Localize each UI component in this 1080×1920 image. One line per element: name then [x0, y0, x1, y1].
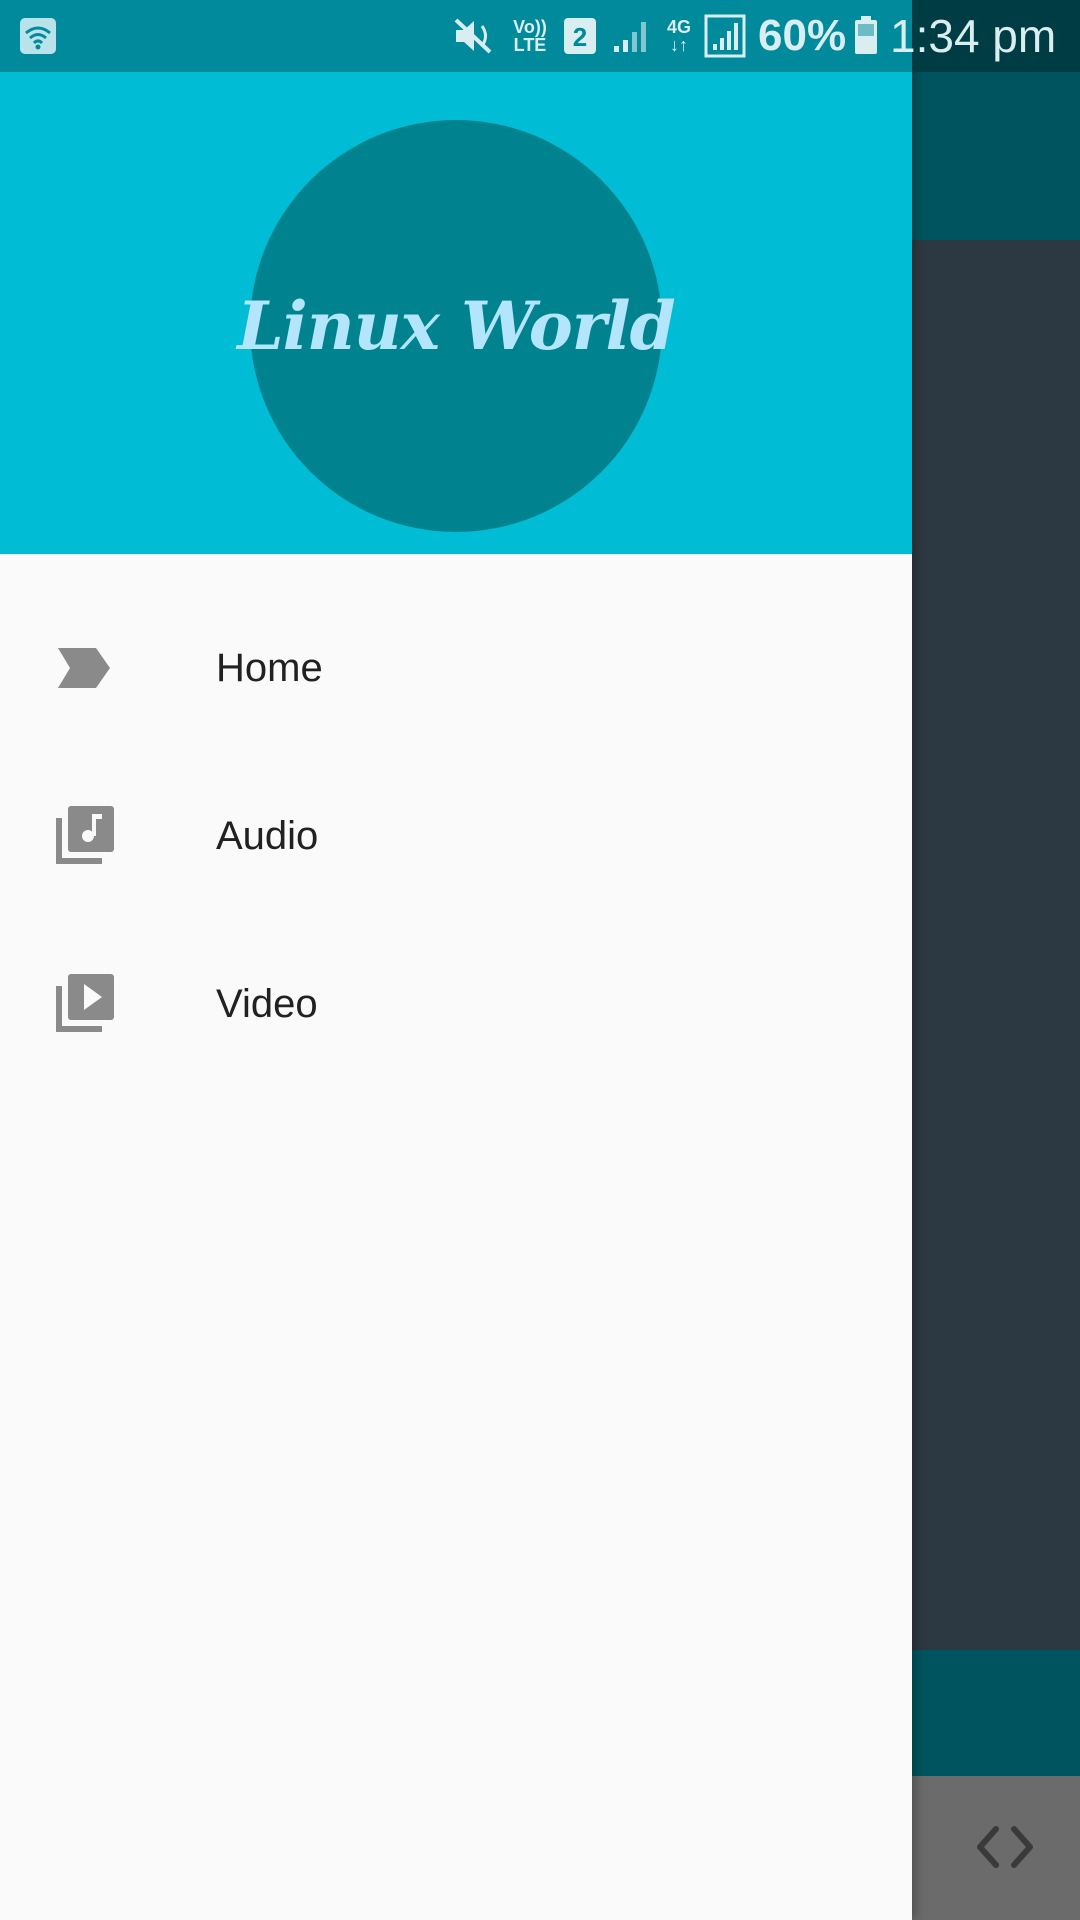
drawer-header: Linux World [0, 72, 912, 554]
status-bar: Vo)) LTE 2 4G ↓↑ 60% 1:34 pm [0, 0, 1080, 72]
logo-text: Linux World [237, 287, 676, 365]
signal-strength-icon-2 [704, 0, 748, 72]
label-arrow-icon [58, 648, 110, 688]
svg-text:2: 2 [573, 22, 587, 52]
nav-item-home[interactable]: Home [0, 584, 912, 752]
nav-item-label: Audio [216, 813, 319, 858]
wifi-icon [20, 0, 58, 72]
nav-item-label: Home [216, 645, 323, 690]
lte-label: LTE [513, 35, 547, 55]
nav-menu: Home Audio Video [0, 554, 912, 1088]
sim2-icon: 2 [564, 0, 598, 72]
battery-icon [854, 0, 880, 72]
volte-icon: Vo)) LTE [505, 0, 555, 72]
battery-percentage: 60% [758, 11, 847, 60]
code-icon[interactable] [970, 1815, 1040, 1879]
nav-item-label: Video [216, 981, 318, 1026]
network-type-label: 4G [666, 17, 691, 37]
clock: 1:34 pm [890, 10, 1057, 62]
nav-item-video[interactable]: Video [0, 920, 912, 1088]
network-4g-icon: 4G ↓↑ [664, 0, 694, 72]
video-library-icon [56, 974, 114, 1032]
vibrate-mute-icon [452, 0, 496, 72]
volte-label: Vo)) [513, 17, 547, 37]
app-logo: Linux World [237, 120, 676, 532]
data-activity-arrows: ↓↑ [670, 35, 688, 55]
signal-strength-icon [612, 0, 652, 72]
navigation-drawer: Linux World Home Audio Video [0, 0, 912, 1920]
nav-item-audio[interactable]: Audio [0, 752, 912, 920]
audio-library-icon [56, 806, 114, 864]
